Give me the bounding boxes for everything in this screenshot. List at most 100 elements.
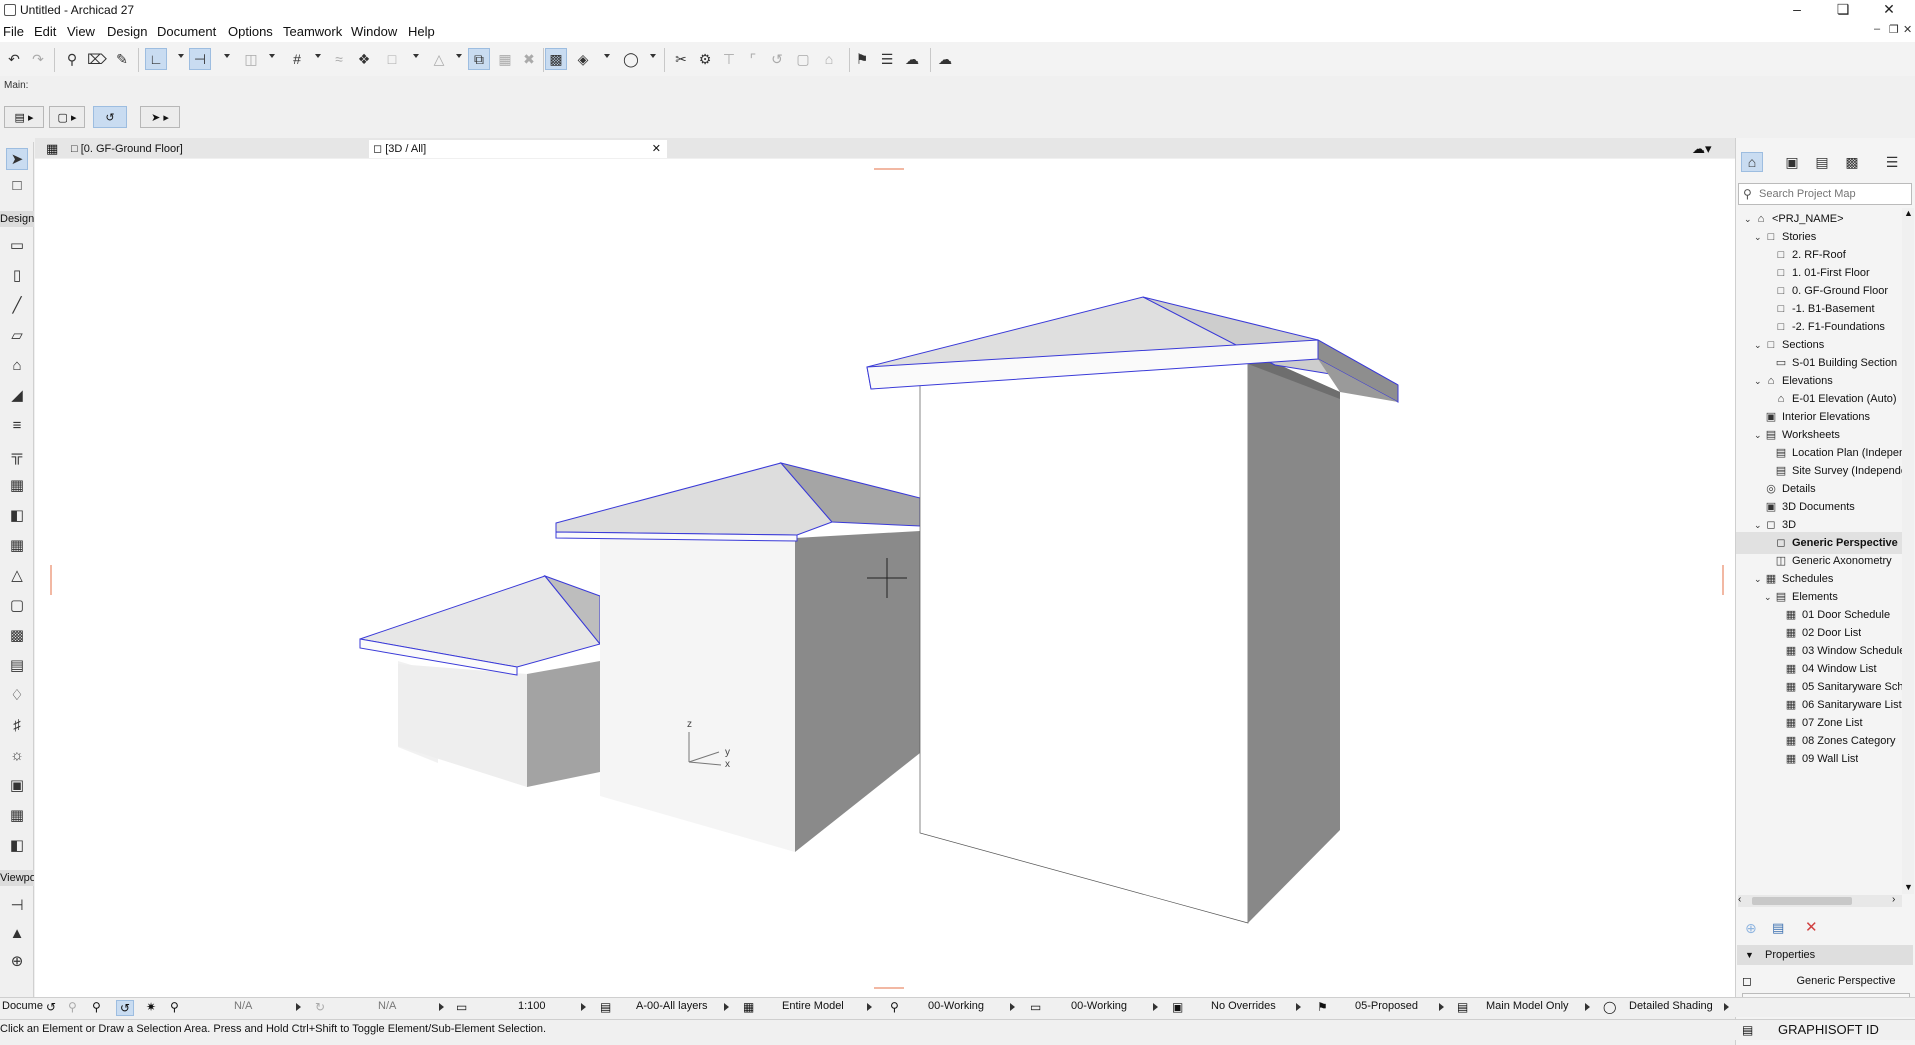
graphic-override[interactable]: No Overrides xyxy=(1211,1000,1276,1012)
group-icon[interactable]: □ xyxy=(381,48,403,70)
view-settings-icon[interactable]: ▤ xyxy=(1772,920,1784,936)
viewport-edge-marker[interactable] xyxy=(874,987,904,989)
model-view-icon[interactable]: ▦ xyxy=(743,1000,754,1014)
lamp-tool-icon[interactable]: ☼ xyxy=(6,744,28,766)
snap-guides-icon[interactable]: ⊣ xyxy=(189,48,211,70)
wall-end-tool-icon[interactable]: ◧ xyxy=(6,834,28,856)
dimension-icon[interactable]: ▭ xyxy=(1030,1000,1041,1014)
structural-function-icon[interactable]: ▤ xyxy=(1457,1000,1468,1014)
viewport-edge-marker[interactable] xyxy=(1722,565,1724,595)
tree-horizontal-scrollbar[interactable]: ‹ › xyxy=(1738,894,1902,907)
undo-icon[interactable]: ↶ xyxy=(3,48,25,70)
chevron-right-icon[interactable] xyxy=(1724,1003,1729,1011)
arrow-tool-icon[interactable]: ➤ xyxy=(6,148,28,170)
fillet-icon[interactable]: ⌜ xyxy=(742,48,764,70)
arrow-tool-button[interactable]: ➤ ▸ xyxy=(140,106,180,128)
pick-up-parameters-icon[interactable]: ⌦ xyxy=(86,48,108,70)
chevron-down-icon[interactable] xyxy=(413,54,419,58)
pen-set[interactable]: 00-Working xyxy=(928,1000,984,1012)
zoom-forward-icon[interactable]: ⚲ xyxy=(68,1000,77,1014)
chevron-down-icon[interactable] xyxy=(315,54,321,58)
guide-lines-icon[interactable]: ∟ xyxy=(145,48,167,70)
scale-icon[interactable]: ▭ xyxy=(456,1000,467,1014)
viewport-edge-marker[interactable] xyxy=(874,168,904,170)
find-select-icon[interactable]: ⚲ xyxy=(61,48,83,70)
mesh-tool-icon[interactable]: ▤ xyxy=(6,654,28,676)
orbit-icon[interactable]: ↺ xyxy=(116,1000,135,1016)
project-map-search[interactable]: ⚲ xyxy=(1738,183,1912,205)
chevron-down-icon[interactable] xyxy=(650,54,656,58)
skylight-tool-icon[interactable]: △ xyxy=(6,564,28,586)
suspend-groups-icon[interactable]: ❖ xyxy=(353,48,375,70)
selection-filter-button[interactable]: ▤ ▸ xyxy=(4,106,44,128)
layout-book-icon[interactable]: ▤ xyxy=(1811,152,1833,172)
tab-close-icon[interactable]: ✕ xyxy=(652,140,661,158)
chevron-down-icon[interactable]: ▼ xyxy=(1745,945,1754,965)
menu-help[interactable]: Help xyxy=(408,24,435,39)
marquee-tool-icon[interactable]: □ xyxy=(6,174,28,196)
pen-set-icon[interactable]: ⚲ xyxy=(890,1000,899,1014)
restore-icon[interactable]: ❏ xyxy=(1820,0,1866,20)
marquee-mode-button[interactable]: ▢ ▸ xyxy=(49,106,85,128)
explore-icon[interactable]: ✷ xyxy=(146,1000,156,1014)
chevron-right-icon[interactable] xyxy=(296,1003,301,1011)
navigator-menu-icon[interactable]: ☰ xyxy=(1881,152,1903,172)
delete-icon[interactable]: ✕ xyxy=(1805,918,1818,936)
grid-element-tool-icon[interactable]: ▦ xyxy=(6,804,28,826)
door-tool-icon[interactable]: ◧ xyxy=(6,504,28,526)
wall-tool-icon[interactable]: ▭ xyxy=(6,234,28,256)
curtain-wall-tool-icon[interactable]: ▦ xyxy=(6,474,28,496)
menu-view[interactable]: View xyxy=(67,24,95,39)
3d-cut-icon[interactable]: ⧉ xyxy=(468,48,490,70)
tab-overview-icon[interactable]: ▦ xyxy=(46,141,58,157)
doc-restore-icon[interactable]: ❐ xyxy=(1889,23,1899,36)
chevron-right-icon[interactable] xyxy=(1010,1003,1015,1011)
chevron-right-icon[interactable] xyxy=(1439,1003,1444,1011)
chevron-right-icon[interactable] xyxy=(1296,1003,1301,1011)
3d-style-option[interactable]: Detailed Shading xyxy=(1629,1000,1713,1012)
bimcloud-icon[interactable]: ☁ xyxy=(901,48,923,70)
doc-minimize-icon[interactable]: – xyxy=(1874,23,1880,35)
scroll-right-icon[interactable]: › xyxy=(1892,894,1895,905)
intersect-icon[interactable]: ⊤ xyxy=(718,48,740,70)
chevron-right-icon[interactable] xyxy=(867,1003,872,1011)
zoom-back-icon[interactable]: ↺ xyxy=(46,1000,56,1014)
menu-file[interactable]: File xyxy=(3,24,24,39)
inject-parameters-icon[interactable]: ✎ xyxy=(111,48,133,70)
chevron-right-icon[interactable] xyxy=(724,1003,729,1011)
roof-tool-icon[interactable]: ⌂ xyxy=(6,354,28,376)
orbit-mode-button[interactable]: ↺ xyxy=(93,106,127,128)
offset-icon[interactable]: ↺ xyxy=(766,48,788,70)
3d-navigation-icon[interactable]: ▩ xyxy=(545,48,567,70)
tab-ground-floor[interactable]: □ [0. GF-Ground Floor] xyxy=(71,140,361,158)
column-tool-icon[interactable]: ▯ xyxy=(6,264,28,286)
adjust-icon[interactable]: ⚙ xyxy=(694,48,716,70)
element-info-icon[interactable]: ☰ xyxy=(876,48,898,70)
publisher-sets-icon[interactable]: ▩ xyxy=(1841,152,1863,172)
stair-tool-icon[interactable]: ≡ xyxy=(6,414,28,436)
dimension-standard[interactable]: 00-Working xyxy=(1071,1000,1127,1012)
flag-icon[interactable]: ⚑ xyxy=(851,48,873,70)
close-icon[interactable]: ✕ xyxy=(1866,0,1912,20)
chevron-right-icon[interactable] xyxy=(581,1003,586,1011)
3d-viewport[interactable]: z x y xyxy=(35,159,1735,1002)
object-tool-icon[interactable]: ▩ xyxy=(6,624,28,646)
chevron-down-icon[interactable]: ⌄ xyxy=(1764,586,1774,608)
menu-document[interactable]: Document xyxy=(157,24,216,39)
building-small[interactable] xyxy=(359,574,601,787)
menu-options[interactable]: Options xyxy=(228,24,273,39)
menu-teamwork[interactable]: Teamwork xyxy=(283,24,342,39)
explode-icon[interactable]: ✖ xyxy=(518,48,540,70)
renovation-icon[interactable]: ⚑ xyxy=(1317,1000,1328,1014)
new-view-icon[interactable]: ⊕ xyxy=(1745,920,1757,937)
camera-tool-icon[interactable]: ⊕ xyxy=(6,950,28,972)
viewport-edge-marker[interactable] xyxy=(50,565,52,595)
lock-icon[interactable]: △ xyxy=(428,48,450,70)
cloud-sync-icon[interactable]: ☁▾ xyxy=(1692,141,1712,157)
grid-snap-icon[interactable]: # xyxy=(286,48,308,70)
split-icon[interactable]: ✂ xyxy=(670,48,692,70)
chevron-down-icon[interactable]: ⌄ xyxy=(1754,334,1764,356)
chevron-down-icon[interactable] xyxy=(224,54,230,58)
search-input[interactable] xyxy=(1759,186,1909,202)
chevron-down-icon[interactable]: ⌄ xyxy=(1744,208,1754,230)
